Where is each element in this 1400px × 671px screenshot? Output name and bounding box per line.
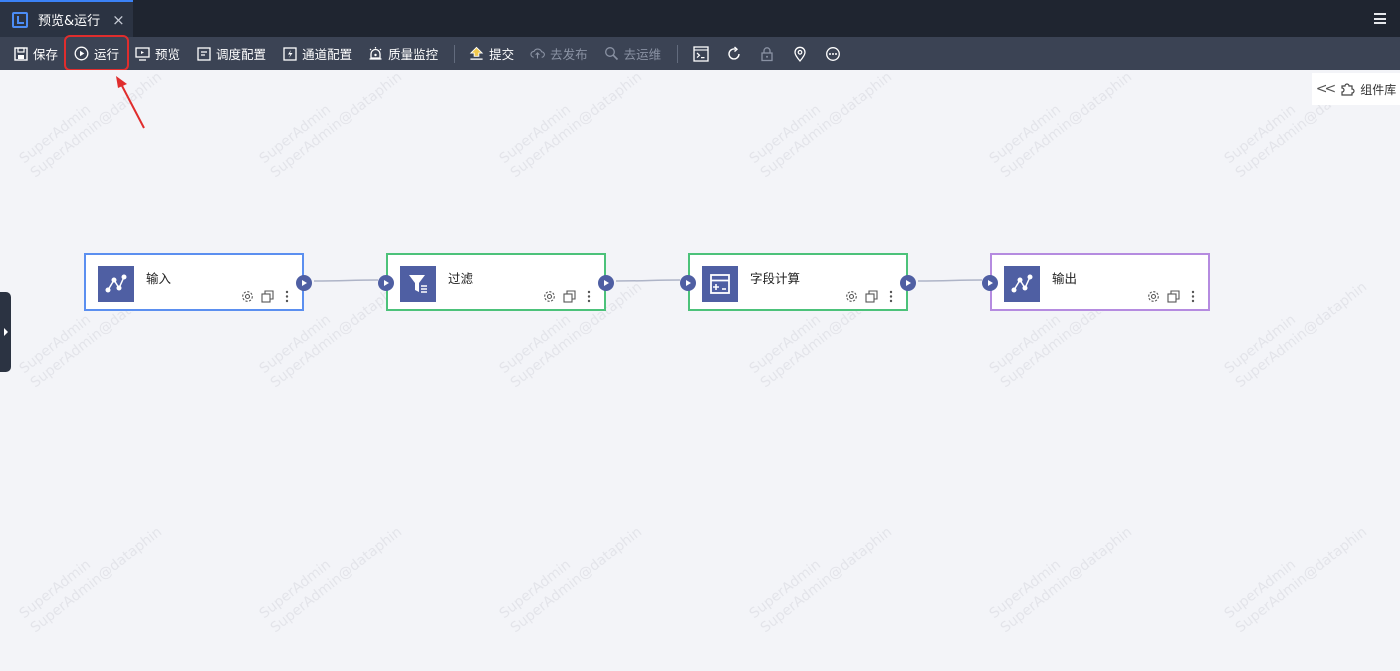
save-icon — [13, 46, 28, 61]
input-port[interactable] — [982, 275, 998, 291]
input-port[interactable] — [378, 275, 394, 291]
node-title: 字段计算 — [750, 271, 801, 286]
submit-label: 提交 — [489, 47, 515, 62]
location-pin-icon[interactable] — [791, 45, 809, 63]
toolbar-divider — [677, 44, 679, 63]
flow-edges — [313, 279, 983, 282]
copy-icon[interactable] — [864, 289, 878, 303]
save-button[interactable]: 保存 — [13, 37, 58, 70]
output-port[interactable] — [900, 275, 916, 291]
node-actions — [234, 289, 294, 303]
tab-bar: 预览&运行 × — [0, 0, 1400, 37]
ops-label: 去运维 — [623, 47, 662, 62]
more-vertical-icon[interactable] — [884, 289, 898, 303]
annotation-arrow — [116, 76, 145, 129]
filter-node-icon — [400, 266, 436, 302]
copy-icon[interactable] — [1166, 289, 1180, 303]
run-button-highlight — [64, 35, 129, 71]
terminal-icon[interactable] — [692, 45, 710, 63]
preview-button[interactable]: 预览 — [135, 37, 180, 70]
node-title: 过滤 — [448, 271, 474, 286]
input-node-icon — [98, 266, 134, 302]
publish-button[interactable]: 去发布 — [530, 37, 588, 70]
output-port[interactable] — [598, 275, 614, 291]
quality-monitor-button[interactable]: 质量监控 — [368, 37, 438, 70]
output-node-icon — [1004, 266, 1040, 302]
cloud-upload-icon — [530, 46, 545, 61]
schedule-config-button[interactable]: 调度配置 — [196, 37, 266, 70]
alarm-icon — [368, 46, 383, 61]
component-library-label: 组件库 — [1360, 82, 1397, 97]
tab-preview-run[interactable]: 预览&运行 × — [0, 0, 133, 37]
node-output[interactable]: 输出 — [982, 253, 1210, 311]
input-port[interactable] — [680, 275, 696, 291]
node-title: 输入 — [146, 271, 172, 286]
node-actions — [536, 289, 596, 303]
more-vertical-icon[interactable] — [582, 289, 596, 303]
node-actions — [838, 289, 898, 303]
tab-app-icon — [12, 11, 28, 28]
channel-config-label: 通道配置 — [302, 47, 353, 62]
output-port[interactable] — [296, 275, 312, 291]
ops-button[interactable]: 去运维 — [604, 37, 662, 70]
toolbar: 保存 运行 预览 调度配置 通道配置 质量监控 提交 去发布 去运维 — [0, 37, 1400, 70]
copy-icon[interactable] — [562, 289, 576, 303]
monitor-icon — [135, 46, 150, 61]
toolbar-divider — [454, 44, 456, 63]
node-title: 输出 — [1052, 271, 1078, 286]
node-field-calculation[interactable]: 字段计算 — [680, 253, 916, 311]
calculator-node-icon — [702, 266, 738, 302]
node-filter[interactable]: 过滤 — [378, 253, 614, 311]
tab-close-icon[interactable]: × — [112, 11, 125, 29]
preview-label: 预览 — [155, 47, 181, 62]
puzzle-icon — [1339, 81, 1355, 97]
copy-icon[interactable] — [260, 289, 274, 303]
edge-filter-calc — [615, 279, 681, 282]
gear-icon[interactable] — [1146, 289, 1160, 303]
gear-icon[interactable] — [542, 289, 556, 303]
more-options-icon[interactable] — [824, 45, 842, 63]
channel-config-button[interactable]: 通道配置 — [282, 37, 352, 70]
hamburger-menu-icon[interactable] — [1374, 13, 1386, 24]
side-panel-toggle[interactable] — [0, 292, 11, 372]
quality-monitor-label: 质量监控 — [388, 47, 439, 62]
lock-icon[interactable] — [758, 45, 776, 63]
node-input[interactable]: 输入 — [84, 253, 312, 311]
edge-input-filter — [313, 279, 379, 282]
node-actions — [1140, 289, 1200, 303]
refresh-icon[interactable] — [725, 45, 743, 63]
more-vertical-icon[interactable] — [1186, 289, 1200, 303]
save-label: 保存 — [33, 47, 59, 62]
component-library-button[interactable]: << 组件库 — [1312, 73, 1400, 105]
upload-submit-icon — [469, 46, 484, 61]
submit-button[interactable]: 提交 — [469, 37, 514, 70]
schedule-config-label: 调度配置 — [216, 47, 267, 62]
double-chevron-left-icon: << — [1315, 81, 1337, 97]
more-vertical-icon[interactable] — [280, 289, 294, 303]
gear-icon[interactable] — [844, 289, 858, 303]
gear-icon[interactable] — [240, 289, 254, 303]
lightning-icon — [282, 46, 297, 61]
flow-canvas[interactable]: SuperAdmin SuperAdmin@dataphin SuperAdmin… — [0, 70, 1400, 671]
tab-title: 预览&运行 — [38, 14, 101, 29]
publish-label: 去发布 — [550, 47, 588, 62]
search-gear-icon — [604, 46, 619, 61]
edge-calc-output — [917, 279, 983, 282]
schedule-icon — [196, 46, 211, 61]
